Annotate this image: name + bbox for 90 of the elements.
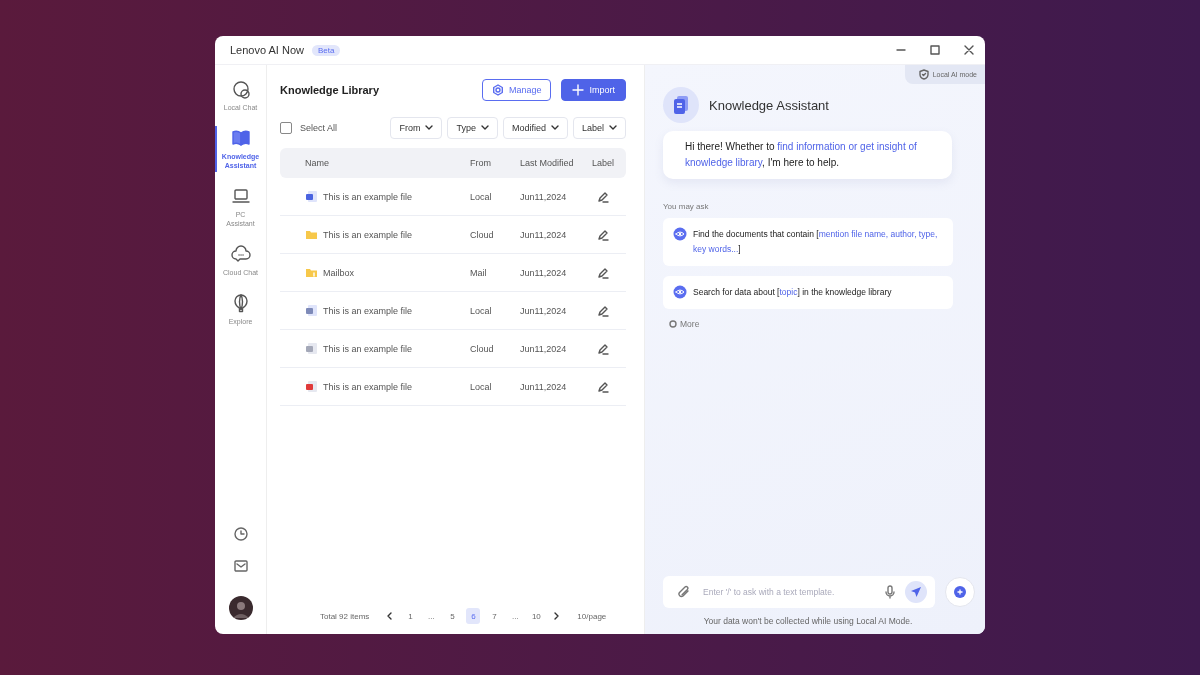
table-cell-text: Jun11,2024 <box>520 381 568 392</box>
circle-icon <box>669 320 677 328</box>
pencil-icon <box>597 304 609 317</box>
book-icon <box>230 128 251 148</box>
select-all-checkbox[interactable] <box>280 122 292 134</box>
shield-check-icon <box>918 69 929 80</box>
pencil-icon <box>597 190 609 203</box>
page-button[interactable]: 10 <box>529 608 544 624</box>
word-file-icon <box>305 190 318 203</box>
chevron-right-icon <box>554 612 561 620</box>
page-size-select[interactable]: 10/page <box>577 611 607 621</box>
pencil-icon <box>597 342 609 355</box>
suggestion-card[interactable]: Search for data about [topic] in the knowledge library <box>663 276 953 309</box>
pencil-icon <box>597 228 609 241</box>
column-header: From <box>470 158 492 168</box>
close-icon <box>963 44 975 56</box>
column-header: Label <box>591 158 615 168</box>
laptop-icon <box>230 186 251 206</box>
document-icon <box>305 342 318 355</box>
page-button[interactable]: ... <box>508 608 523 624</box>
section-label: You may ask <box>663 202 710 211</box>
page-button[interactable]: 7 <box>487 608 502 624</box>
table-cell-text: Jun11,2024 <box>520 343 568 354</box>
filter-dropdown[interactable]: Type <box>447 117 498 139</box>
send-button[interactable] <box>905 581 927 603</box>
filter-dropdown[interactable]: Modified <box>502 117 568 139</box>
chevron-down-icon <box>425 125 434 131</box>
plus-icon <box>953 585 967 599</box>
column-header: Name <box>304 158 330 168</box>
file-name[interactable]: This is an example file <box>323 343 413 354</box>
page-button[interactable]: 5 <box>445 608 460 624</box>
paper-plane-icon <box>910 586 922 598</box>
mail-icon <box>232 558 249 574</box>
chevron-down-icon <box>609 125 617 131</box>
table-cell-text: Local <box>470 305 493 316</box>
table-cell-text: Cloud <box>470 229 495 240</box>
clock-icon <box>232 526 249 542</box>
table-cell-text: Jun11,2024 <box>520 191 568 202</box>
table-cell-text: Mail <box>470 267 488 278</box>
maximize-icon <box>929 44 941 56</box>
file-name[interactable]: This is an example file <box>323 381 413 392</box>
new-chat-button[interactable] <box>945 577 975 607</box>
pencil-icon <box>597 380 609 393</box>
manage-button[interactable]: Manage <box>481 79 552 101</box>
privacy-note: Your data won't be collected while using Local AI Mode. <box>702 616 914 626</box>
column-header: Last Modified <box>520 158 575 168</box>
pencil-icon <box>597 266 609 279</box>
document-icon <box>305 304 318 317</box>
eye-icon <box>673 227 687 241</box>
chevron-down-icon <box>480 125 489 131</box>
microphone-icon <box>885 585 895 599</box>
assistant-title: Knowledge Assistant <box>709 97 829 113</box>
filter-dropdown[interactable]: From <box>390 117 443 139</box>
file-name[interactable]: This is an example file <box>323 305 413 316</box>
table-cell-text: Local <box>470 381 493 392</box>
page-button[interactable]: 6 <box>466 608 481 624</box>
paperclip-icon <box>677 585 691 599</box>
eye-icon <box>673 285 687 299</box>
file-name[interactable]: This is an example file <box>323 191 413 202</box>
suggestion-card[interactable]: Find the documents that contain [mention file name, author, type, key words...] <box>663 218 953 266</box>
chevron-down-icon <box>550 125 559 131</box>
panel-title: Knowledge Library <box>280 84 380 96</box>
table-cell-text: Jun11,2024 <box>520 267 568 278</box>
chat-input[interactable]: Enter '/' to ask with a text template. <box>701 586 875 598</box>
select-all-label: Select All <box>300 123 338 133</box>
greeting-message: Hi there! Whether to find information or get insight of knowledge library, I'm here to help. <box>663 131 952 179</box>
table-cell-text: Cloud <box>470 343 495 354</box>
chevron-left-icon <box>386 612 393 620</box>
table-cell-text: Jun11,2024 <box>520 229 568 240</box>
gear-icon <box>491 84 504 96</box>
assistant-logo <box>663 87 699 123</box>
folder-icon <box>305 228 318 241</box>
pdf-file-icon <box>305 380 318 393</box>
cloud-chat-icon <box>230 244 251 264</box>
file-name[interactable]: This is an example file <box>323 229 413 240</box>
plus-icon <box>572 84 585 96</box>
mail-folder-icon <box>305 266 318 279</box>
table-cell-text: Jun11,2024 <box>520 305 568 316</box>
file-name[interactable]: Mailbox <box>323 267 354 278</box>
table-cell-text: Local <box>470 191 493 202</box>
beta-badge: Beta <box>312 44 341 56</box>
page-button[interactable]: 1 <box>403 608 418 624</box>
total-count: Total 92 items <box>320 611 370 621</box>
page-button[interactable]: ... <box>424 608 439 624</box>
app-title: Lenovo AI Now <box>230 44 304 56</box>
filter-dropdown[interactable]: Label <box>572 117 626 139</box>
more-link[interactable]: More <box>669 319 700 329</box>
chat-bubbles-icon <box>230 79 251 99</box>
avatar[interactable] <box>228 596 253 620</box>
import-button[interactable]: Import <box>561 79 626 101</box>
